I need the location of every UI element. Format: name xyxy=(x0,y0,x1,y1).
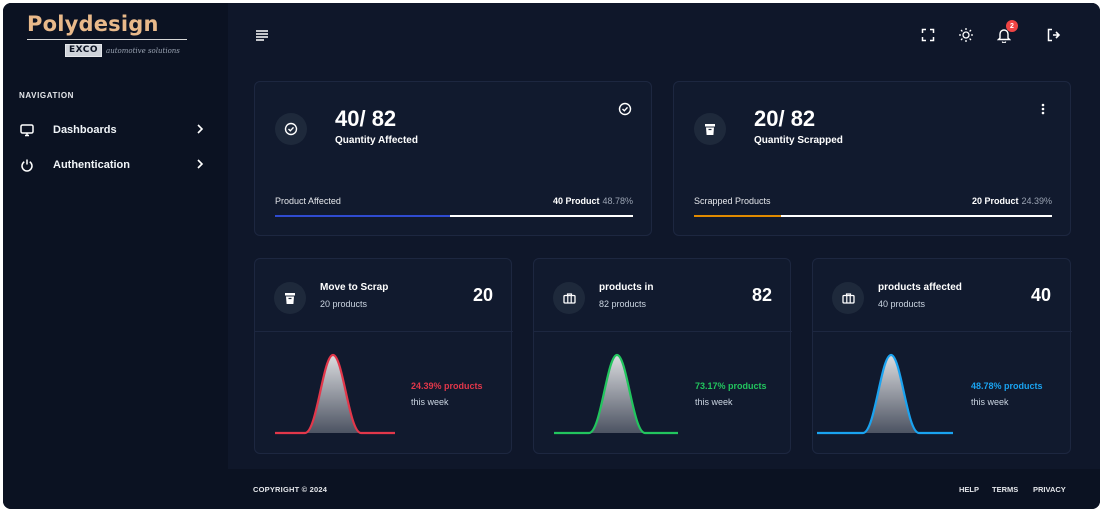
metric-card-products-in: products in 82 products 82 73.17% produc… xyxy=(533,258,792,454)
sidebar: Polydesign EXCO automotive solutions NAV… xyxy=(3,3,228,509)
metric-percent: 48.78% products xyxy=(971,381,1043,391)
bell-icon[interactable]: 2 xyxy=(994,20,1018,45)
more-vertical-icon[interactable] xyxy=(1040,102,1050,118)
metric-title: Move to Scrap xyxy=(320,282,389,293)
divider xyxy=(534,331,792,332)
progress-label: Scrapped Products xyxy=(694,196,771,206)
trash-icon xyxy=(694,113,726,145)
brand-exco: EXCO xyxy=(65,44,103,57)
metric-week: this week xyxy=(695,397,733,407)
brand-title: Polydesign xyxy=(27,12,159,36)
progress-bar xyxy=(694,215,1052,217)
sidebar-item-label: Dashboards xyxy=(53,124,117,136)
sidebar-item-label: Authentication xyxy=(53,159,130,171)
metric-title: products in xyxy=(599,282,654,293)
metric-title: products affected xyxy=(878,282,962,293)
progress-count: 20 Product xyxy=(971,196,1019,206)
copyright-text: COPYRIGHT © 2024 xyxy=(253,485,328,494)
progress-count: 40 Product xyxy=(552,196,600,206)
footer-link-terms[interactable]: TERMS xyxy=(992,485,1018,494)
app-window: Polydesign EXCO automotive solutions NAV… xyxy=(3,3,1100,509)
monitor-icon xyxy=(19,122,35,138)
brand-logo[interactable]: Polydesign EXCO automotive solutions xyxy=(27,11,195,67)
stat-label: Quantity Affected xyxy=(335,135,418,146)
sidebar-item-authentication[interactable]: Authentication xyxy=(19,154,215,176)
footer-link-help[interactable]: HELP xyxy=(959,485,979,494)
progress-percent: 24.39% xyxy=(1021,196,1052,206)
stat-card-scrapped: 20/ 82 Quantity Scrapped Scrapped Produc… xyxy=(673,81,1071,236)
metric-subtitle: 40 products xyxy=(878,299,926,309)
metric-week: this week xyxy=(971,397,1009,407)
metric-subtitle: 82 products xyxy=(599,299,647,309)
metric-week: this week xyxy=(411,397,449,407)
menu-icon[interactable] xyxy=(252,25,272,45)
nav-heading: NAVIGATION xyxy=(19,91,75,100)
briefcase-icon xyxy=(553,282,585,314)
sparkline-chart xyxy=(275,353,395,435)
check-circle-icon[interactable] xyxy=(618,102,634,118)
power-icon xyxy=(19,157,35,173)
divider xyxy=(813,331,1072,332)
progress-value: 40 Product 48.78% xyxy=(455,196,633,206)
metric-value: 20 xyxy=(472,285,493,305)
briefcase-icon xyxy=(832,282,864,314)
sidebar-item-dashboards[interactable]: Dashboards xyxy=(19,119,215,141)
progress-value: 20 Product 24.39% xyxy=(874,196,1052,206)
progress-bar xyxy=(275,215,633,217)
stat-value: 20/ 82 xyxy=(754,106,816,131)
stat-card-affected: 40/ 82 Quantity Affected Product Affecte… xyxy=(254,81,652,236)
divider xyxy=(255,331,513,332)
metric-percent: 24.39% products xyxy=(411,381,483,391)
footer: COPYRIGHT © 2024 HELP TERMS PRIVACY xyxy=(228,469,1100,509)
logout-icon[interactable] xyxy=(1044,25,1064,45)
chevron-right-icon xyxy=(195,157,205,176)
stat-label: Quantity Scrapped xyxy=(754,135,843,146)
progress-bar-fill xyxy=(275,215,450,217)
progress-label: Product Affected xyxy=(275,196,341,206)
progress-percent: 48.78% xyxy=(602,196,633,206)
trash-icon xyxy=(274,282,306,314)
fullscreen-icon[interactable] xyxy=(918,25,938,45)
sparkline-chart xyxy=(554,353,678,435)
footer-link-privacy[interactable]: PRIVACY xyxy=(1033,485,1066,494)
metric-card-products-affected: products affected 40 products 40 48.78% … xyxy=(812,258,1072,454)
check-circle-icon xyxy=(275,113,307,145)
metric-subtitle: 20 products xyxy=(320,299,368,309)
brand-sub: EXCO automotive solutions xyxy=(65,44,180,57)
top-header: 2 xyxy=(228,3,1100,69)
metric-percent: 73.17% products xyxy=(695,381,767,391)
metric-card-scrap: Move to Scrap 20 products 20 24.39% prod… xyxy=(254,258,513,454)
progress-bar-fill xyxy=(694,215,782,217)
brand-divider xyxy=(27,39,187,40)
sparkline-chart xyxy=(817,353,953,435)
metric-value: 40 xyxy=(1030,285,1051,305)
brand-tagline: automotive solutions xyxy=(106,46,180,55)
notification-badge: 2 xyxy=(1006,20,1018,32)
chevron-right-icon xyxy=(195,122,205,141)
stat-value: 40/ 82 xyxy=(335,106,397,131)
sun-icon[interactable] xyxy=(956,25,976,45)
metric-value: 82 xyxy=(751,285,772,305)
